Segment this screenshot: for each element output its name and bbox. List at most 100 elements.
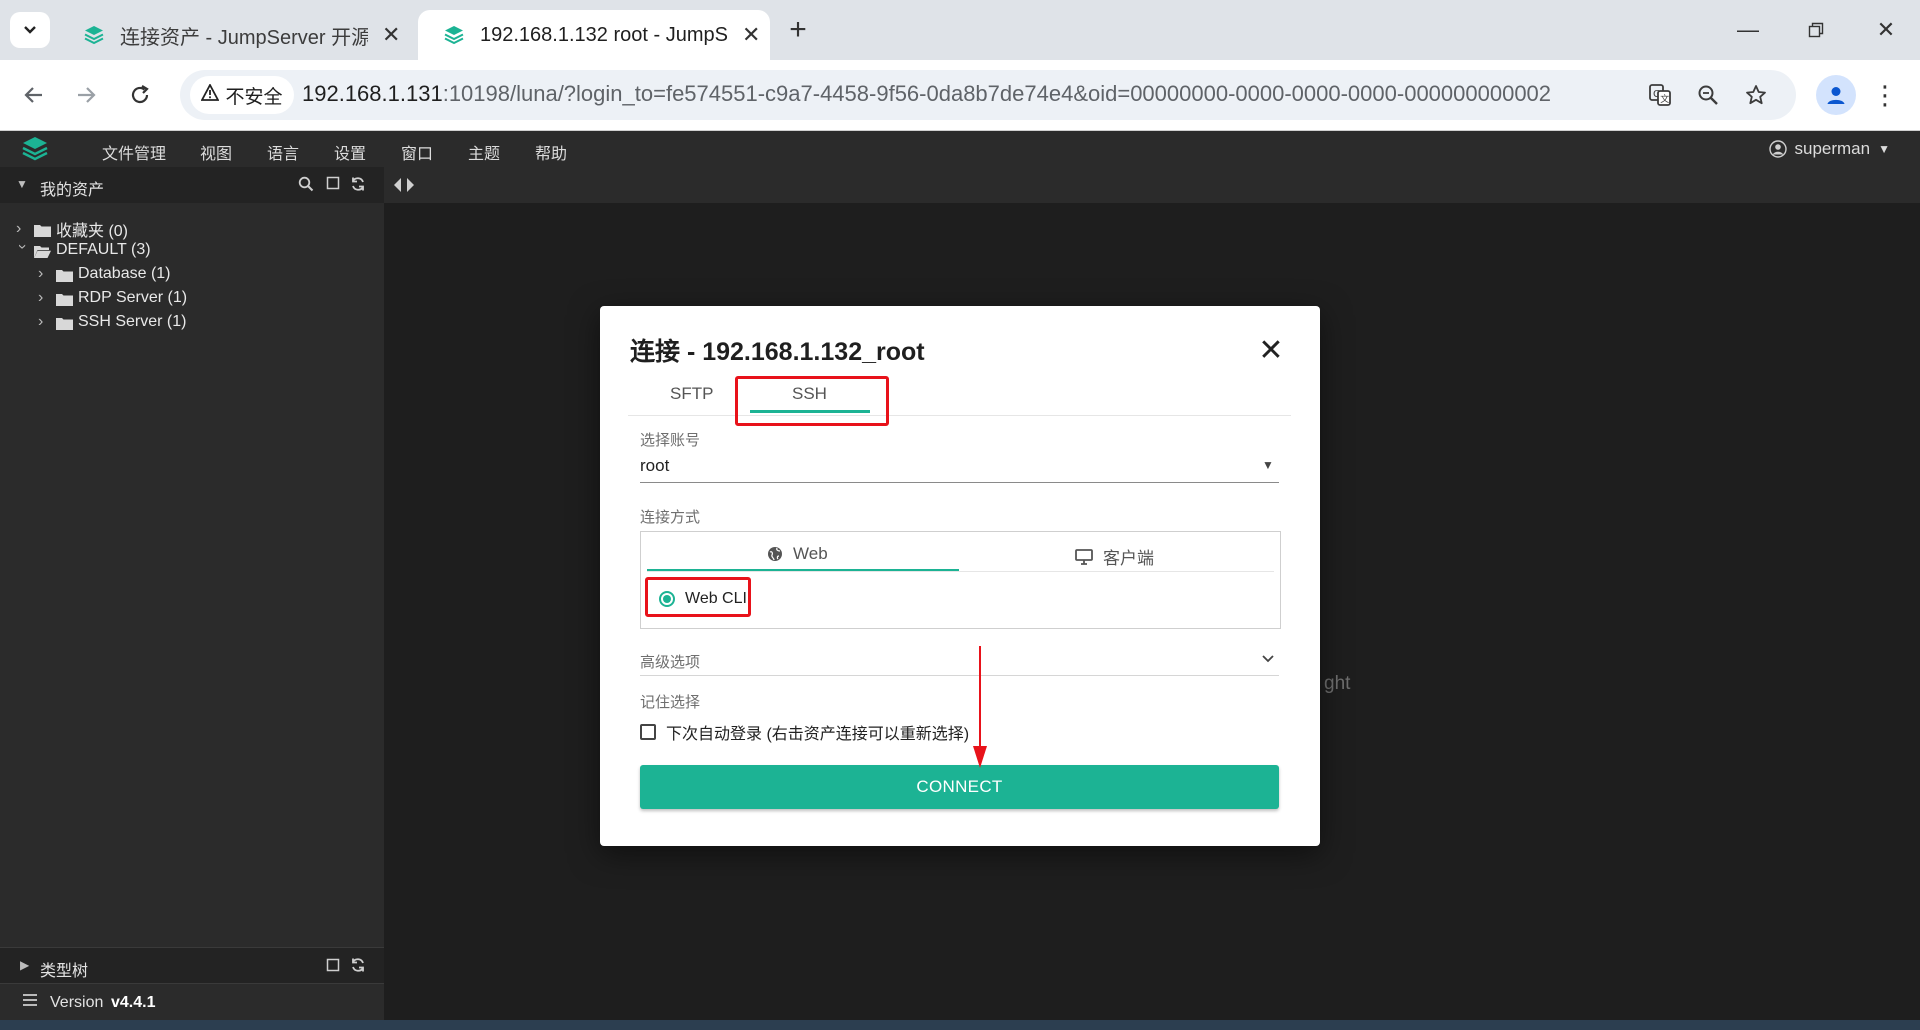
- tree-node-label: RDP Server (1): [78, 289, 188, 306]
- connect-method-panel: Web 客户端 Web CLI: [640, 531, 1281, 629]
- bookmark-star-icon[interactable]: [1740, 79, 1772, 111]
- account-select[interactable]: [640, 452, 1279, 484]
- tree-node-default[interactable]: › DEFAULT (3): [14, 241, 151, 259]
- collapse-square-icon[interactable]: [326, 958, 340, 977]
- version-number: v4.4.1: [111, 994, 156, 1011]
- version-prefix: Version: [50, 994, 104, 1011]
- tab-title: 192.168.1.132 root - JumpServer: [480, 23, 728, 46]
- tree-node-database[interactable]: › Database (1): [38, 265, 171, 283]
- method-tab-web[interactable]: Web: [767, 544, 828, 564]
- jumpserver-favicon-icon: [442, 23, 466, 47]
- new-tab-button[interactable]: +: [778, 10, 818, 50]
- user-circle-icon: [1768, 140, 1787, 158]
- auto-login-label: 下次自动登录 (右击资产连接可以重新选择): [666, 726, 970, 743]
- connect-method-label: 连接方式: [640, 509, 701, 526]
- account-underline: [640, 482, 1279, 483]
- menu-settings[interactable]: 设置: [334, 140, 366, 164]
- menu-file-management[interactable]: 文件管理: [102, 140, 166, 164]
- warning-icon: [200, 82, 220, 107]
- tree-node-rdp-server[interactable]: › RDP Server (1): [38, 289, 187, 307]
- close-tab-icon[interactable]: ✕: [382, 22, 400, 48]
- desktop-icon: [1075, 548, 1093, 565]
- annotation-highlight-ssh-tab: [735, 376, 889, 426]
- forward-button[interactable]: [68, 77, 104, 113]
- menu-help[interactable]: 帮助: [535, 140, 567, 164]
- arrow-right-icon: [78, 87, 96, 103]
- tree-node-label: 收藏夹 (0): [56, 223, 129, 240]
- method-tab-label: 客户端: [1103, 549, 1154, 568]
- browser-tab-2[interactable]: 192.168.1.132 root - JumpServer ✕: [418, 10, 770, 60]
- annotation-highlight-web-cli: [645, 577, 751, 617]
- url-host: 192.168.1.131: [302, 81, 443, 106]
- restore-button[interactable]: [1796, 14, 1836, 46]
- browser-menu-button[interactable]: ⋮: [1870, 75, 1900, 115]
- my-assets-header[interactable]: ▼ 我的资产: [0, 167, 384, 203]
- profile-avatar-button[interactable]: [1816, 75, 1856, 115]
- close-dialog-icon[interactable]: ✕: [1255, 334, 1287, 367]
- tree-node-label: DEFAULT (3): [56, 241, 151, 258]
- zoom-icon[interactable]: [1692, 79, 1724, 111]
- browser-tab-1[interactable]: 连接资产 - JumpServer 开源堡垒机 ✕: [58, 10, 410, 60]
- reload-icon: [131, 85, 149, 104]
- status-bar: [0, 1020, 1920, 1030]
- folder-icon: [56, 269, 73, 282]
- tree-node-ssh-server[interactable]: › SSH Server (1): [38, 313, 186, 331]
- menu-language[interactable]: 语言: [267, 140, 299, 164]
- chevron-down-icon[interactable]: [1260, 650, 1276, 671]
- reload-button[interactable]: [122, 77, 158, 113]
- svg-text:文: 文: [1660, 93, 1669, 105]
- back-button[interactable]: [16, 77, 52, 113]
- advanced-options-label[interactable]: 高级选项: [640, 651, 700, 672]
- type-tree-title: 类型树: [40, 963, 89, 980]
- user-menu[interactable]: superman ▼: [1768, 139, 1890, 159]
- url-text[interactable]: 192.168.1.131:10198/luna/?login_to=fe574…: [302, 81, 1551, 107]
- version-bar: Version v4.4.1: [0, 983, 384, 1021]
- close-window-button[interactable]: ✕: [1866, 14, 1906, 46]
- search-icon[interactable]: [298, 176, 314, 197]
- annotation-arrow-icon: [973, 646, 987, 768]
- tab-title: 连接资产 - JumpServer 开源堡垒机: [120, 26, 368, 49]
- folder-icon: [56, 293, 73, 306]
- checkbox-unchecked-icon[interactable]: [640, 724, 656, 740]
- tab-sftp[interactable]: SFTP: [670, 384, 713, 404]
- connect-button[interactable]: CONNECT: [640, 765, 1279, 809]
- collapse-square-icon[interactable]: [326, 176, 340, 195]
- toggle-sidebar-icon[interactable]: [392, 176, 416, 199]
- account-label: 选择账号: [640, 432, 701, 449]
- tabs-divider: [628, 415, 1291, 416]
- refresh-icon[interactable]: [350, 957, 366, 978]
- asset-sidebar: ▼ 我的资产 › 收藏夹 (0) › DEFAULT (3) › Databas…: [0, 167, 384, 1021]
- caret-down-icon: ▼: [1878, 142, 1890, 156]
- browser-toolbar: 不安全 192.168.1.131:10198/luna/?login_to=f…: [0, 60, 1920, 131]
- menu-theme[interactable]: 主题: [468, 140, 500, 164]
- jumpserver-favicon-icon: [82, 23, 106, 47]
- translate-icon[interactable]: G文: [1644, 79, 1676, 111]
- address-bar[interactable]: 不安全 192.168.1.131:10198/luna/?login_to=f…: [180, 70, 1796, 120]
- method-tab-client[interactable]: 客户端: [1075, 544, 1154, 569]
- arrow-left-icon: [24, 87, 42, 103]
- type-tree-header[interactable]: ▶ 类型树: [0, 947, 384, 984]
- tree-node-favorites[interactable]: › 收藏夹 (0): [16, 217, 128, 241]
- workspace-tab-strip: [384, 167, 1920, 203]
- tab-search-dropdown-button[interactable]: [10, 12, 50, 48]
- jumpserver-logo-icon: [20, 135, 50, 163]
- browser-tab-bar: 连接资产 - JumpServer 开源堡垒机 ✕ 192.168.1.132 …: [0, 0, 1920, 60]
- advanced-divider: [640, 675, 1279, 676]
- site-security-chip[interactable]: 不安全: [190, 76, 294, 114]
- caret-down-icon: ▼: [1262, 458, 1274, 472]
- method-tab-label: Web: [793, 544, 828, 563]
- auto-login-checkbox-row[interactable]: 下次自动登录 (右击资产连接可以重新选择): [640, 720, 969, 744]
- person-icon: [1827, 87, 1845, 104]
- minimize-button[interactable]: —: [1728, 14, 1768, 46]
- username: superman: [1794, 139, 1871, 158]
- menu-view[interactable]: 视图: [200, 140, 232, 164]
- refresh-icon[interactable]: [350, 176, 366, 197]
- background-hint-text: ght: [1324, 673, 1351, 694]
- close-tab-icon[interactable]: ✕: [742, 22, 760, 48]
- chevron-right-icon: ›: [38, 289, 44, 306]
- menu-window[interactable]: 窗口: [401, 140, 433, 164]
- chevron-down-icon: [24, 26, 36, 34]
- chevron-down-icon: ›: [14, 244, 31, 250]
- list-icon[interactable]: [22, 993, 38, 1012]
- tree-node-label: Database (1): [78, 265, 171, 282]
